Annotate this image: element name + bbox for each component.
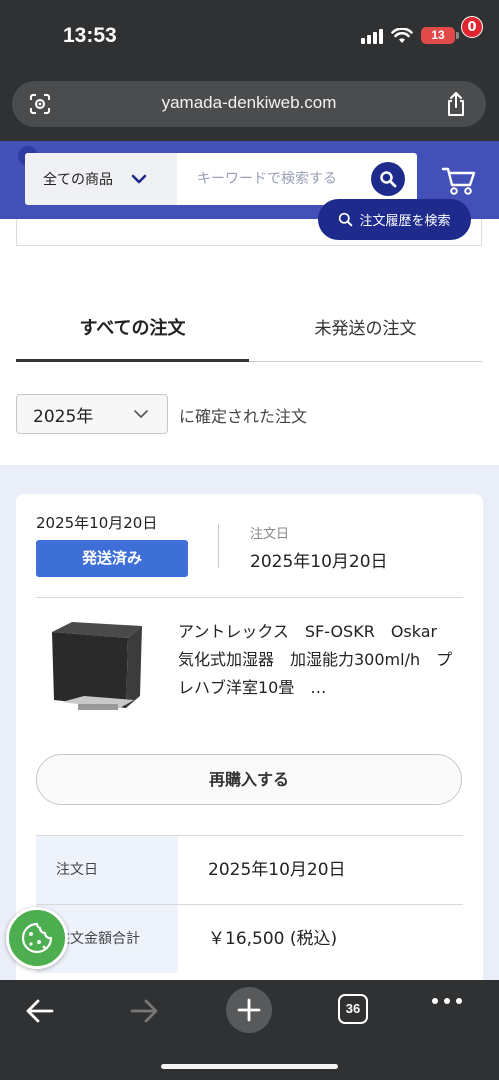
share-icon[interactable] — [444, 91, 468, 117]
category-select[interactable]: 全ての商品 — [25, 153, 177, 205]
order-date-label: 注文日 — [250, 527, 290, 542]
browser-address-area: yamada-denkiweb.com — [0, 75, 499, 141]
chevron-down-icon — [134, 410, 148, 418]
url-text[interactable]: yamada-denkiweb.com — [12, 93, 486, 113]
order-date-value: 2025年10月20日 — [250, 552, 388, 572]
year-select-value: 2025年 — [33, 406, 94, 427]
tabs-button[interactable]: 36 — [338, 994, 368, 1024]
cart-count-badge: 0 — [461, 16, 483, 38]
order-header-date: 2025年10月20日 — [36, 514, 158, 532]
forward-arrow-icon[interactable] — [128, 996, 160, 1026]
tab-all-orders[interactable]: すべての注文 — [16, 300, 249, 362]
search-icon — [339, 212, 353, 227]
search-button[interactable] — [371, 162, 405, 196]
rebuy-button[interactable]: 再購入する — [36, 754, 462, 805]
search-icon — [380, 171, 397, 188]
product-search-box: 全ての商品 — [25, 153, 417, 205]
year-select[interactable]: 2025年 — [16, 394, 168, 434]
plus-icon — [237, 998, 261, 1022]
status-time: 13:53 — [63, 24, 117, 47]
divider — [218, 524, 219, 568]
home-indicator — [161, 1064, 338, 1069]
product-image[interactable] — [38, 616, 158, 728]
status-badge: 発送済み — [36, 540, 188, 577]
year-filter-label: に確定された注文 — [179, 407, 308, 426]
detail-value: 2025年10月20日 — [208, 860, 346, 880]
product-name-link[interactable]: アントレックス SF-OSKR Oskar 気化式加湿器 加湿能力300ml/h… — [178, 618, 468, 702]
more-menu-button[interactable] — [432, 998, 462, 1004]
divider — [36, 597, 463, 598]
tab-unshipped-orders[interactable]: 未発送の注文 — [249, 300, 482, 362]
status-icons: 13 — [361, 27, 459, 44]
wifi-icon — [391, 27, 413, 43]
battery-icon: 13 — [421, 27, 459, 44]
category-label: 全ての商品 — [43, 172, 113, 188]
detail-value: ￥16,500 (税込) — [208, 929, 338, 949]
url-bar[interactable]: yamada-denkiweb.com — [12, 81, 486, 127]
new-tab-button[interactable] — [226, 987, 272, 1033]
detail-label: 注文日 — [36, 836, 178, 904]
cookie-settings-button[interactable] — [6, 907, 68, 969]
status-bar: 13:53 13 — [0, 0, 499, 75]
order-details-table: 注文日 2025年10月20日 注文金額合計 ￥16,500 (税込) — [36, 835, 463, 973]
table-row: 注文日 2025年10月20日 — [36, 835, 463, 904]
cart-icon[interactable] — [440, 159, 480, 199]
search-order-history-button[interactable]: 注文履歴を検索 — [318, 199, 471, 240]
chevron-down-icon — [131, 174, 147, 184]
order-card: 2025年10月20日 発送済み 注文日 2025年10月20日 アントレックス… — [16, 494, 483, 980]
search-input[interactable] — [177, 171, 371, 187]
table-row: 注文金額合計 ￥16,500 (税込) — [36, 904, 463, 973]
history-button-label: 注文履歴を検索 — [359, 214, 451, 229]
cookie-icon — [21, 922, 53, 954]
back-arrow-icon[interactable] — [24, 996, 56, 1026]
signal-icon — [361, 28, 383, 44]
